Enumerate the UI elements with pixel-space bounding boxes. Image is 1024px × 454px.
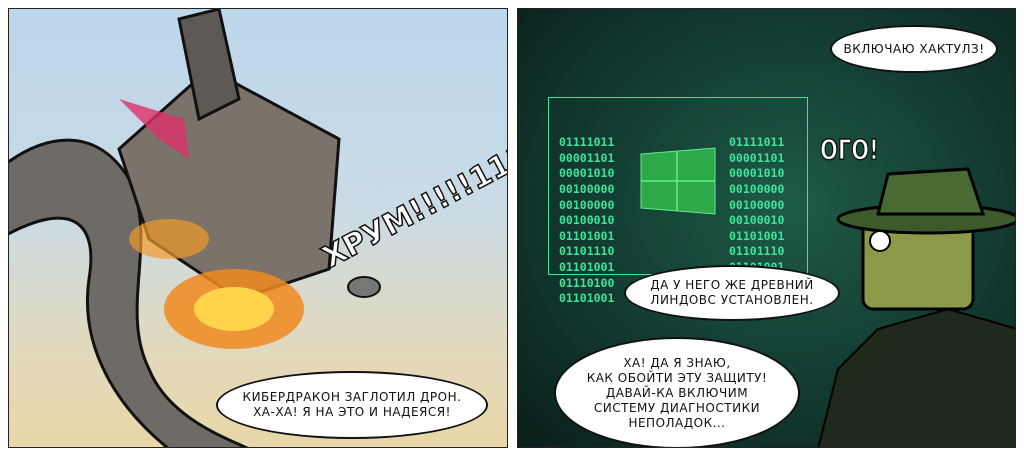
comic-panel-hacker: 01111011 00001101 00001010 00100000 00100000… — [517, 8, 1016, 448]
caption-bubble: КИБЕРДРАКОН ЗАГЛОТИЛ ДРОН. ХА-ХА! Я НА Э… — [216, 371, 488, 439]
speech-bubble-diagnostics: ХА! ДА Я ЗНАЮ, КАК ОБОЙТИ ЭТУ ЗАЩИТУ! ДА… — [554, 337, 800, 447]
caption-line: КИБЕРДРАКОН ЗАГЛОТИЛ ДРОН. — [242, 390, 462, 404]
speech-bubble-old-windows: ДА У НЕГО ЖЕ ДРЕВНИЙ ЛИНДОВС УСТАНОВЛЕН. — [624, 265, 840, 321]
speech-bubble-hacktools: ВКЛЮЧАЮ ХАКТУЛЗ! — [830, 25, 998, 73]
wow-sound-effect: ОГО! — [819, 132, 879, 167]
caption-line: ХА-ХА! Я НА ЭТО И НАДЕЯСЯ! — [253, 405, 451, 419]
comic-panel-dragon: ХРУМ!!!!!11111 КИБЕРДРАКОН ЗАГЛОТИЛ ДРОН… — [8, 8, 508, 448]
